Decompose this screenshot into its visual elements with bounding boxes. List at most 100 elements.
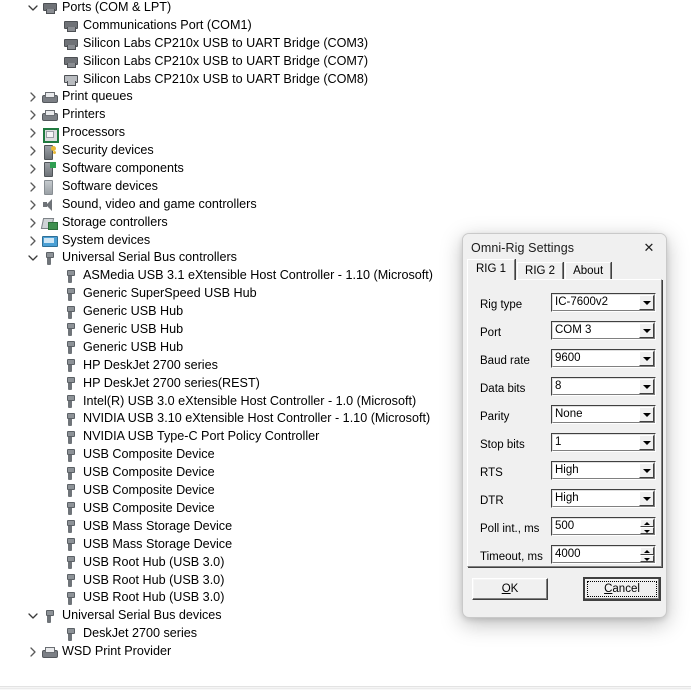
- tree-row-label: USB Mass Storage Device: [83, 536, 233, 551]
- cancel-button[interactable]: Cancel: [584, 578, 660, 600]
- window-bottom-edge: [0, 686, 691, 690]
- tree-row[interactable]: HP DeskJet 2700 series: [0, 357, 460, 375]
- tree-row[interactable]: USB Composite Device: [0, 500, 460, 518]
- tree-row-label: Universal Serial Bus devices: [62, 608, 222, 623]
- chevron-right-icon[interactable]: [25, 164, 40, 174]
- tab-about[interactable]: About: [565, 262, 612, 280]
- usb-icon: [61, 519, 79, 535]
- chevron-down-icon[interactable]: [25, 254, 40, 262]
- chevron-right-icon[interactable]: [25, 182, 40, 192]
- field-control-stop-bits[interactable]: 1: [551, 433, 656, 452]
- tree-row[interactable]: Silicon Labs CP210x USB to UART Bridge (…: [0, 71, 460, 89]
- tree-row[interactable]: Universal Serial Bus controllers: [0, 249, 460, 267]
- omni-rig-settings-dialog[interactable]: Omni-Rig Settings ✕ RIG 1 RIG 2 About Rig …: [462, 233, 667, 618]
- field-control-baud-rate[interactable]: 9600: [551, 349, 656, 368]
- chevron-right-icon[interactable]: [25, 647, 40, 657]
- tree-row[interactable]: Printers: [0, 106, 460, 124]
- tree-row[interactable]: NVIDIA USB 3.10 eXtensible Host Controll…: [0, 410, 460, 428]
- chevron-right-icon[interactable]: [25, 235, 40, 246]
- field-control-port[interactable]: COM 3: [551, 321, 656, 340]
- field-control-poll-int-ms[interactable]: 500: [551, 517, 656, 536]
- field-control-dtr[interactable]: High: [551, 489, 656, 508]
- tree-row[interactable]: USB Composite Device: [0, 446, 460, 464]
- chevron-down-icon[interactable]: [639, 295, 654, 310]
- tree-row[interactable]: Silicon Labs CP210x USB to UART Bridge (…: [0, 35, 460, 53]
- tree-row-label: USB Root Hub (USB 3.0): [83, 572, 225, 587]
- chevron-down-icon[interactable]: [25, 4, 40, 12]
- tree-row[interactable]: Universal Serial Bus devices: [0, 607, 460, 625]
- tree-row[interactable]: Generic SuperSpeed USB Hub: [0, 285, 460, 303]
- tree-row[interactable]: Generic USB Hub: [0, 339, 460, 357]
- dialog-titlebar[interactable]: Omni-Rig Settings ✕: [463, 234, 666, 261]
- tree-row-label: USB Composite Device: [83, 465, 215, 480]
- usb-icon: [61, 555, 79, 571]
- tree-row[interactable]: Storage controllers: [0, 214, 460, 232]
- spinner-up-icon[interactable]: [640, 519, 654, 527]
- chevron-down-icon[interactable]: [639, 491, 654, 506]
- tab-rig-2[interactable]: RIG 2: [517, 262, 564, 280]
- tree-row[interactable]: Software components: [0, 160, 460, 178]
- spinner-down-icon[interactable]: [640, 554, 654, 562]
- tree-row[interactable]: DeskJet 2700 series: [0, 625, 460, 643]
- tree-row[interactable]: Sound, video and game controllers: [0, 196, 460, 214]
- tree-row[interactable]: Intel(R) USB 3.0 eXtensible Host Control…: [0, 393, 460, 411]
- field-row-stop-bits: Stop bits 1: [468, 433, 661, 461]
- tree-row[interactable]: Ports (COM & LPT): [0, 0, 460, 17]
- tree-row[interactable]: USB Root Hub (USB 3.0): [0, 554, 460, 572]
- tree-row[interactable]: Processors: [0, 124, 460, 143]
- chevron-right-icon[interactable]: [25, 200, 40, 210]
- usb-icon: [61, 429, 79, 445]
- chevron-down-icon[interactable]: [639, 463, 654, 478]
- usb-icon: [40, 608, 58, 624]
- tree-row[interactable]: ASMedia USB 3.1 eXtensible Host Controll…: [0, 267, 460, 285]
- chevron-down-icon[interactable]: [639, 435, 654, 450]
- tree-row-label: USB Composite Device: [83, 500, 215, 515]
- field-control-rig-type[interactable]: IC-7600v2: [551, 293, 656, 312]
- chevron-down-icon[interactable]: [639, 351, 654, 366]
- device-manager-tree[interactable]: Portable DevicesPorts (COM & LPT)Communi…: [0, 0, 460, 690]
- security-device-icon: [40, 143, 58, 160]
- tree-row[interactable]: USB Mass Storage Device: [0, 518, 460, 536]
- chevron-right-icon[interactable]: [25, 110, 40, 120]
- tree-row[interactable]: WSD Print Provider: [0, 643, 460, 661]
- chevron-down-icon[interactable]: [639, 379, 654, 394]
- tree-row[interactable]: NVIDIA USB Type-C Port Policy Controller: [0, 428, 460, 446]
- tree-row[interactable]: Generic USB Hub: [0, 321, 460, 339]
- spinner-down-icon[interactable]: [640, 526, 654, 534]
- chevron-right-icon[interactable]: [25, 146, 40, 156]
- chevron-down-icon[interactable]: [639, 407, 654, 422]
- tree-row-label: Silicon Labs CP210x USB to UART Bridge (…: [83, 71, 369, 86]
- tree-row[interactable]: USB Composite Device: [0, 482, 460, 500]
- tab-rig-1[interactable]: RIG 1: [467, 259, 516, 280]
- tree-row[interactable]: USB Root Hub (USB 3.0): [0, 572, 460, 590]
- field-control-data-bits[interactable]: 8: [551, 377, 656, 396]
- field-control-timeout-ms[interactable]: 4000: [551, 545, 656, 564]
- spinner-buttons[interactable]: [640, 547, 654, 562]
- tree-row[interactable]: USB Root Hub (USB 3.0): [0, 589, 460, 607]
- tree-row[interactable]: Communications Port (COM1): [0, 17, 460, 35]
- spinner-up-icon[interactable]: [640, 547, 654, 555]
- tree-row[interactable]: Silicon Labs CP210x USB to UART Bridge (…: [0, 53, 460, 71]
- spinner-buttons[interactable]: [640, 519, 654, 534]
- tree-row-label: Generic USB Hub: [83, 304, 184, 319]
- dialog-tab-strip[interactable]: RIG 1 RIG 2 About: [467, 259, 613, 280]
- tree-row[interactable]: USB Composite Device: [0, 464, 460, 482]
- tree-row[interactable]: USB Mass Storage Device: [0, 536, 460, 554]
- field-control-rts[interactable]: High: [551, 461, 656, 480]
- tree-row[interactable]: System devices: [0, 232, 460, 250]
- chevron-right-icon[interactable]: [25, 217, 40, 228]
- tree-row[interactable]: Security devices: [0, 142, 460, 160]
- ok-button[interactable]: OK: [472, 578, 548, 600]
- tree-row[interactable]: Print queues: [0, 88, 460, 106]
- tree-row[interactable]: HP DeskJet 2700 series(REST): [0, 375, 460, 393]
- tree-row-label: NVIDIA USB Type-C Port Policy Controller: [83, 429, 320, 444]
- tree-row[interactable]: Software devices: [0, 178, 460, 196]
- chevron-down-icon[interactable]: [639, 323, 654, 338]
- chevron-right-icon[interactable]: [25, 92, 40, 103]
- tree-row[interactable]: Generic USB Hub: [0, 303, 460, 321]
- field-control-parity[interactable]: None: [551, 405, 656, 424]
- tree-row-label: Silicon Labs CP210x USB to UART Bridge (…: [83, 53, 369, 68]
- chevron-down-icon[interactable]: [25, 612, 40, 620]
- close-icon[interactable]: ✕: [632, 234, 666, 261]
- chevron-right-icon[interactable]: [25, 128, 40, 138]
